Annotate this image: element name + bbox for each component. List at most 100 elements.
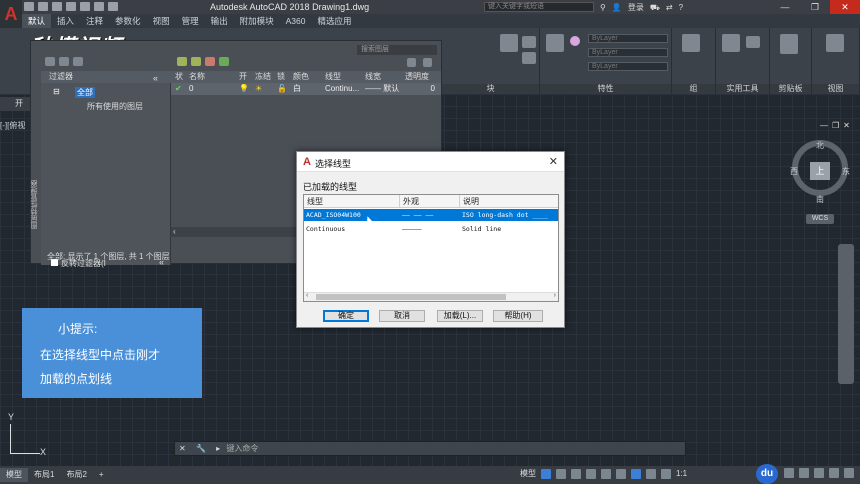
cancel-button[interactable]: 取消: [379, 310, 425, 322]
column-linetype[interactable]: 线型: [321, 71, 361, 83]
wrench-icon[interactable]: 🔧: [192, 444, 210, 453]
saveas-icon[interactable]: [66, 2, 76, 11]
open-icon[interactable]: [38, 2, 48, 11]
group-icon[interactable]: [682, 34, 700, 52]
recent-commands-icon[interactable]: ▸: [212, 444, 224, 453]
load-button[interactable]: 加载(L)...: [437, 310, 483, 322]
customization-icon[interactable]: [844, 468, 854, 478]
column-appearance[interactable]: 外观: [400, 195, 460, 207]
dialog-close-icon[interactable]: ✕: [549, 155, 558, 168]
maximize-viewport-icon[interactable]: ❐: [832, 121, 839, 130]
app-menu-button[interactable]: A: [0, 0, 22, 28]
layer-lineweight[interactable]: —— 默认: [361, 83, 401, 95]
layer-states-icon[interactable]: [73, 57, 83, 66]
ribbon-group-label[interactable]: 块: [442, 84, 539, 94]
ribbon-group-label[interactable]: 视图: [812, 84, 859, 94]
exchange-icon[interactable]: ⇄: [666, 3, 673, 12]
tab-parametric[interactable]: 参数化: [109, 14, 147, 28]
column-color[interactable]: 颜色: [289, 71, 321, 83]
viewcube-north[interactable]: 北: [816, 140, 824, 151]
linetype-row[interactable]: ACAD_ISO04W100 —— —— —— ISO long-dash do…: [304, 209, 558, 221]
save-icon[interactable]: [52, 2, 62, 11]
scroll-left-icon[interactable]: ‹: [173, 227, 176, 236]
layer-color[interactable]: 白: [289, 83, 321, 95]
viewcube-west[interactable]: 西: [790, 166, 798, 177]
tab-annotate[interactable]: 注释: [80, 14, 109, 28]
tab-manage[interactable]: 管理: [176, 14, 205, 28]
color-combo[interactable]: ByLayer: [588, 34, 668, 43]
annotation-scale[interactable]: 1:1: [676, 469, 687, 478]
palette-side-label[interactable]: 图层特性管理器: [30, 150, 40, 260]
command-input[interactable]: 键入命令: [226, 444, 258, 453]
tab-featured[interactable]: 精选应用: [311, 14, 357, 28]
linetype-row[interactable]: Continuous ————— Solid line: [304, 223, 558, 235]
column-description[interactable]: 说明: [460, 195, 558, 207]
polar-icon[interactable]: [586, 468, 596, 479]
tab-view[interactable]: 视图: [147, 14, 176, 28]
help-icon[interactable]: ?: [679, 3, 683, 12]
wcs-menu[interactable]: WCS: [806, 214, 834, 224]
lineweight-combo[interactable]: ByLayer: [588, 62, 668, 71]
viewport-label[interactable]: [-][俯视: [0, 120, 25, 131]
ribbon-group-label[interactable]: 特性: [540, 84, 671, 94]
restore-button[interactable]: ❐: [800, 0, 830, 14]
lock-icon[interactable]: 🔓: [273, 83, 289, 95]
binoculars-icon[interactable]: ⚲: [600, 3, 606, 12]
annotation-scale-icon[interactable]: [661, 468, 671, 479]
set-current-icon[interactable]: [219, 57, 229, 66]
column-name[interactable]: 名称: [185, 71, 235, 83]
grid-icon[interactable]: [541, 468, 551, 479]
annotation-icon[interactable]: [631, 468, 641, 479]
paste-icon[interactable]: [780, 34, 798, 54]
help-button[interactable]: 帮助(H): [493, 310, 543, 322]
isolate-icon[interactable]: [799, 468, 809, 478]
cart-icon[interactable]: ⛟: [650, 3, 660, 13]
refresh-icon[interactable]: [407, 58, 416, 67]
column-freeze[interactable]: 冻结: [251, 71, 273, 83]
column-on[interactable]: 开: [235, 71, 251, 83]
selection-cycling-icon[interactable]: [646, 468, 656, 479]
help-search-input[interactable]: 键入关键字或短语: [484, 2, 594, 12]
filter-used-layers[interactable]: 所有使用的图层: [87, 101, 143, 112]
measure-icon[interactable]: [722, 34, 740, 52]
otrack-icon[interactable]: [616, 468, 626, 479]
filter-tree-expand-icon[interactable]: ⊟: [53, 87, 60, 96]
settings-icon[interactable]: [423, 58, 432, 67]
login-link[interactable]: 登录: [628, 2, 644, 13]
filter-all[interactable]: 全部: [75, 87, 95, 98]
layer-transparency[interactable]: 0: [401, 83, 441, 95]
color-wheel-icon[interactable]: [570, 36, 580, 46]
file-tab-start[interactable]: 开: [0, 97, 30, 111]
close-button[interactable]: ✕: [830, 0, 860, 14]
layer-search-input[interactable]: 搜索图层: [357, 45, 437, 55]
column-lock[interactable]: 锁: [273, 71, 289, 83]
ortho-icon[interactable]: [571, 468, 581, 479]
group-filter-icon[interactable]: [59, 57, 69, 66]
viewcube-top-face[interactable]: 上: [810, 162, 830, 180]
column-lineweight[interactable]: 线宽: [361, 71, 401, 83]
minimize-viewport-icon[interactable]: —: [820, 121, 828, 130]
redo-icon[interactable]: [108, 2, 118, 11]
tab-layout2[interactable]: 布局2: [60, 468, 92, 482]
linetype-list-scrollbar[interactable]: ‹ ›: [304, 292, 558, 301]
close-viewport-icon[interactable]: ✕: [843, 121, 850, 130]
edit-block-icon[interactable]: [522, 36, 536, 48]
snap-icon[interactable]: [556, 468, 566, 479]
navigation-bar[interactable]: [838, 244, 854, 384]
column-transparency[interactable]: 透明度: [401, 71, 441, 83]
ribbon-group-label[interactable]: 实用工具: [716, 84, 769, 94]
scroll-thumb[interactable]: [316, 294, 506, 300]
ribbon-group-label[interactable]: 剪贴板: [770, 84, 811, 94]
user-icon[interactable]: 👤: [612, 3, 622, 12]
delete-layer-icon[interactable]: [205, 57, 215, 66]
match-properties-icon[interactable]: [546, 34, 564, 52]
scroll-left-icon[interactable]: ‹: [306, 292, 308, 299]
quick-calc-icon[interactable]: [746, 36, 760, 48]
tab-insert[interactable]: 插入: [51, 14, 80, 28]
ok-button[interactable]: 确定: [323, 310, 369, 322]
close-command-icon[interactable]: ✕: [175, 444, 190, 453]
clean-screen-icon[interactable]: [829, 468, 839, 478]
collapse-tree-icon[interactable]: «: [153, 73, 158, 83]
linetype-combo[interactable]: ByLayer: [588, 48, 668, 57]
column-linetype[interactable]: 线型: [304, 195, 400, 207]
